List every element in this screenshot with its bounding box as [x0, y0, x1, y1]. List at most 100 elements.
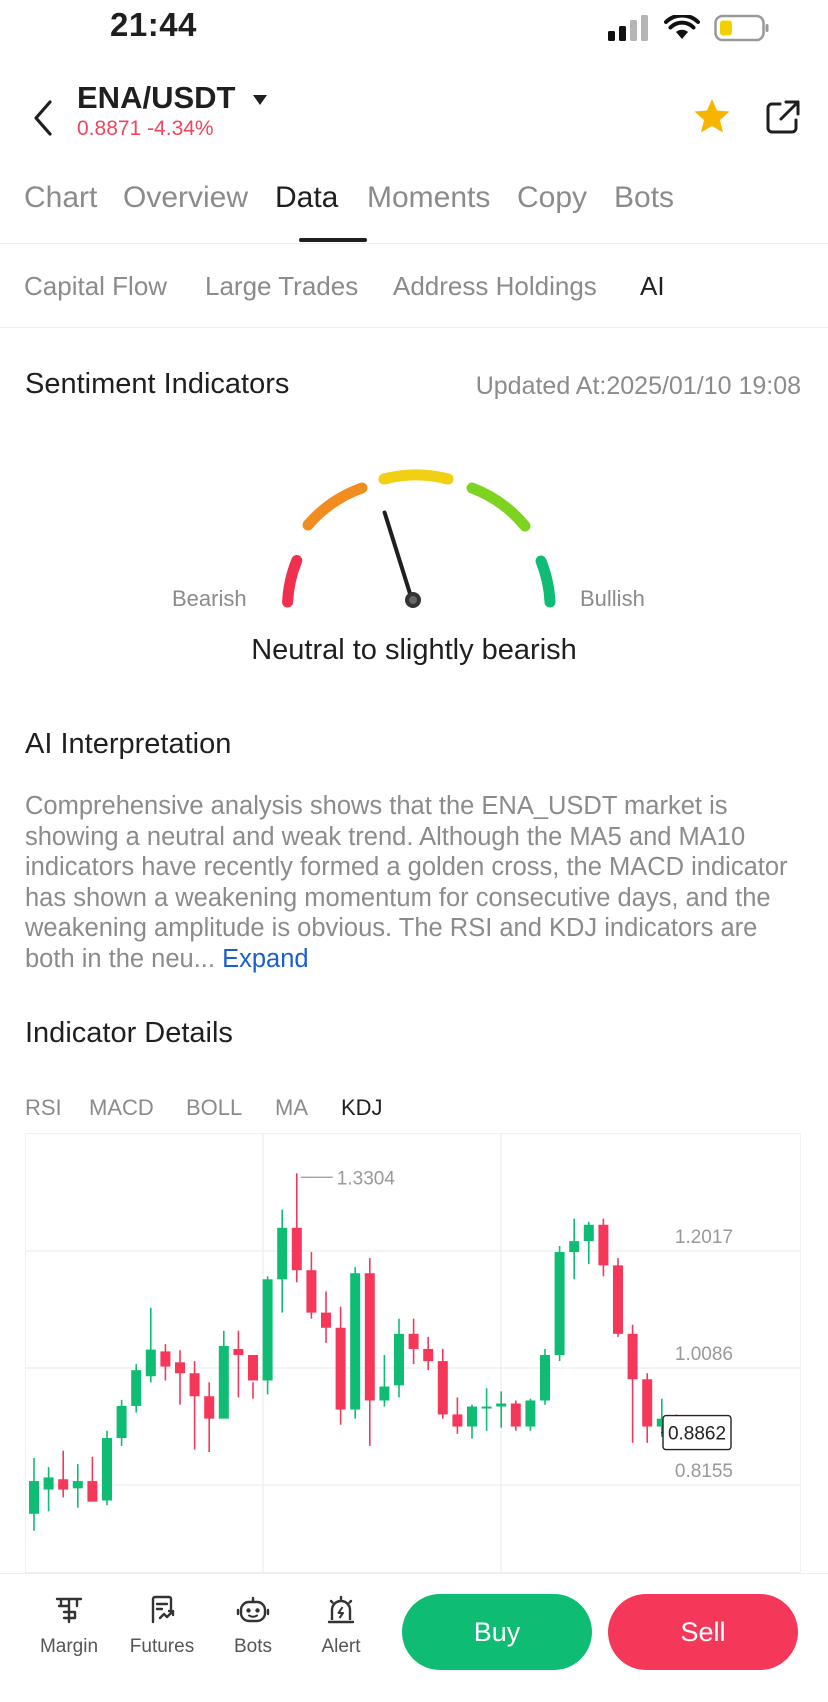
sell-button[interactable]: Sell [608, 1594, 798, 1670]
candle-body [131, 1370, 142, 1406]
candle-body [233, 1348, 244, 1356]
candle-body [58, 1479, 69, 1490]
candle-body [364, 1273, 375, 1401]
subtab-large-trades[interactable]: Large Trades [205, 271, 358, 302]
candle-body [496, 1403, 507, 1407]
subtab-address-holdings[interactable]: Address Holdings [393, 271, 597, 302]
candle-body [350, 1273, 361, 1410]
candle-body [29, 1481, 39, 1514]
indicator-tab-kdj[interactable]: KDJ [341, 1095, 383, 1121]
gauge-bearish-label: Bearish [172, 586, 247, 611]
current-price-label: 0.8862 [668, 1424, 726, 1445]
bots-icon [236, 1596, 270, 1623]
share-icon[interactable] [764, 98, 802, 136]
candle-body [306, 1270, 317, 1313]
tab-chart[interactable]: Chart [24, 181, 97, 215]
candle-body [204, 1396, 215, 1419]
candlestick-chart[interactable]: 1.2017 1.0086 0.8155 1.3304 0.8862 [25, 1133, 801, 1573]
updated-timestamp: Updated At:2025/01/10 19:08 [475, 372, 801, 400]
candle-body [379, 1386, 390, 1401]
candle-body [160, 1351, 171, 1367]
back-icon[interactable] [28, 98, 58, 138]
gauge-segment-orange [302, 482, 368, 531]
candle-body [437, 1361, 448, 1415]
status-icons [608, 14, 770, 42]
nav-bots[interactable]: Bots [213, 1594, 293, 1658]
nav-bots-label: Bots [233, 1636, 273, 1657]
price-change: 0.8871 -4.34% [77, 117, 214, 140]
gauge-needle [382, 510, 414, 602]
candle-body [510, 1403, 521, 1427]
nav-margin-label: Margin [39, 1636, 99, 1657]
ai-interpretation-text: Comprehensive analysis shows that the EN… [25, 791, 805, 975]
futures-icon [151, 1595, 175, 1624]
candle-body [452, 1414, 463, 1427]
nav-alert-label: Alert [321, 1636, 361, 1657]
gauge-segment-red [282, 555, 303, 608]
ai-interpretation-body: Comprehensive analysis shows that the EN… [25, 792, 788, 973]
gauge-bullish-label: Bullish [580, 586, 645, 611]
indicator-tab-boll[interactable]: BOLL [186, 1095, 242, 1121]
candle-body [481, 1406, 492, 1409]
candle-body [321, 1312, 331, 1328]
active-tab-indicator [299, 238, 367, 242]
nav-alert[interactable]: Alert [301, 1594, 381, 1658]
battery-icon [714, 14, 769, 42]
expand-link[interactable]: Expand [222, 945, 309, 973]
tab-copy[interactable]: Copy [517, 181, 587, 215]
nav-futures[interactable]: Futures [122, 1594, 202, 1658]
tab-overview[interactable]: Overview [123, 181, 248, 215]
main-tabs: Chart Overview Data Moments Copy Bots [24, 181, 824, 231]
margin-icon [55, 1597, 83, 1624]
indicator-tab-rsi[interactable]: RSI [25, 1095, 62, 1121]
candle-body [554, 1252, 565, 1356]
candle-body [423, 1348, 434, 1362]
gauge-segment-yellow [378, 469, 454, 485]
candle-body [43, 1477, 54, 1490]
chart-y-tick-label: 1.0086 [675, 1344, 733, 1365]
candle-body [87, 1481, 98, 1502]
subtab-ai[interactable]: AI [640, 271, 665, 302]
sentiment-title: Sentiment Indicators [25, 368, 290, 400]
candle-body [613, 1265, 623, 1334]
candle-body [627, 1333, 638, 1380]
candle-body [569, 1241, 580, 1253]
candle-body [335, 1327, 346, 1410]
sentiment-result: Neutral to slightly bearish [251, 634, 577, 666]
subtabs-divider [0, 327, 828, 328]
high-price-label: 1.3304 [337, 1168, 396, 1189]
gauge-segment-lime [466, 482, 531, 532]
candle-body [189, 1373, 200, 1397]
star-icon[interactable] [692, 96, 732, 136]
chart-y-tick-label: 0.8155 [675, 1461, 733, 1482]
subtab-capital-flow[interactable]: Capital Flow [24, 271, 167, 302]
tab-bots[interactable]: Bots [614, 181, 674, 215]
nav-margin[interactable]: Margin [29, 1594, 109, 1658]
buy-button[interactable]: Buy [402, 1594, 592, 1670]
candle-body [218, 1345, 229, 1419]
status-time: 21:44 [110, 6, 197, 43]
gauge-segment-green [535, 555, 556, 608]
indicator-details-title: Indicator Details [25, 1017, 233, 1049]
candle-body [175, 1362, 185, 1374]
candle-body [277, 1227, 288, 1280]
sentiment-gauge [282, 469, 556, 608]
pair-selector[interactable]: ENA/USDT [77, 80, 235, 116]
indicator-tab-ma[interactable]: MA [275, 1095, 308, 1121]
candle-body [262, 1279, 273, 1381]
tab-moments[interactable]: Moments [367, 181, 490, 215]
nav-futures-label: Futures [129, 1636, 195, 1657]
candle-body [72, 1481, 83, 1489]
tab-data[interactable]: Data [275, 181, 338, 215]
alert-icon [327, 1595, 355, 1624]
caret-down-icon[interactable] [252, 92, 268, 108]
chart-y-tick-label: 1.2017 [675, 1227, 733, 1248]
candle-body [102, 1438, 112, 1501]
candle-body [583, 1224, 594, 1242]
wifi-icon [664, 15, 700, 39]
indicator-tab-macd[interactable]: MACD [89, 1095, 154, 1121]
candle-body [394, 1333, 404, 1386]
candle-body [467, 1406, 477, 1427]
candle-body [116, 1405, 127, 1439]
candle-body [291, 1227, 302, 1271]
